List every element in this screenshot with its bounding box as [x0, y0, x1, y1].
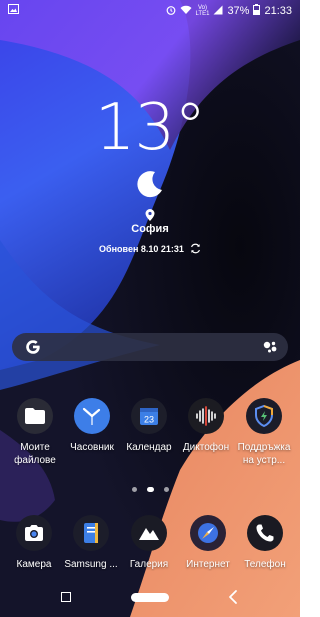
app-samsung-notes[interactable]: Samsung ... — [61, 515, 121, 571]
page-dot[interactable] — [131, 487, 137, 492]
app-label: Samsung ... — [64, 559, 118, 570]
app-label: Календар — [126, 442, 172, 453]
temperature: 13° — [94, 91, 206, 165]
calendar-icon: 23 — [131, 398, 167, 434]
google-search-bar[interactable] — [12, 333, 288, 361]
device-care-icon — [246, 398, 282, 434]
app-label: Интернет — [186, 559, 230, 570]
voice-recorder-icon — [188, 398, 224, 434]
app-label: Часовник — [70, 442, 114, 453]
gallery-icon — [131, 515, 167, 551]
app-calendar[interactable]: 23 Календар — [119, 398, 179, 454]
app-label: Диктофон — [182, 442, 230, 453]
app-label: Поддръжка на устр... — [237, 442, 291, 466]
page-dot[interactable] — [163, 487, 169, 492]
location-pin-icon — [145, 209, 155, 221]
home-screen: Vo) LTE1 37% 21:33 13° София Обновен 8.10… — [0, 0, 300, 617]
moon-icon — [137, 171, 162, 198]
app-camera[interactable]: Камера — [4, 515, 64, 571]
app-label: Моите файлове — [14, 442, 56, 466]
alarm-icon — [166, 5, 176, 18]
navigation-bar — [0, 580, 300, 617]
home-button[interactable] — [131, 593, 169, 602]
page-indicator[interactable] — [0, 487, 300, 492]
internet-icon — [190, 515, 226, 551]
signal-icon — [213, 5, 223, 18]
app-voice-recorder[interactable]: Диктофон — [176, 398, 236, 454]
battery-icon — [253, 4, 261, 18]
folder-icon — [17, 398, 53, 434]
battery-percent: 37% — [227, 5, 250, 17]
app-internet[interactable]: Интернет — [178, 515, 238, 571]
weather-updated-text: Обновен 8.10 21:31 — [99, 243, 184, 254]
gallery-notification-icon — [8, 4, 19, 17]
app-my-files[interactable]: Моите файлове — [5, 398, 65, 467]
app-label: Телефон — [244, 559, 286, 570]
app-label: Камера — [16, 559, 52, 570]
back-button[interactable] — [228, 589, 238, 605]
phone-icon — [247, 515, 283, 551]
app-phone[interactable]: Телефон — [235, 515, 295, 571]
page-dot-active[interactable] — [146, 487, 154, 492]
weather-city: София — [131, 223, 169, 235]
weather-updated-row: Обновен 8.10 21:31 — [0, 243, 300, 254]
samsung-notes-icon — [73, 515, 109, 551]
volte-lte-label: Vo) LTE1 — [195, 5, 210, 17]
clock-icon — [74, 398, 110, 434]
google-assistant-mic-icon[interactable] — [262, 339, 278, 355]
app-device-care[interactable]: Поддръжка на устр... — [234, 398, 294, 467]
app-clock[interactable]: Часовник — [62, 398, 122, 454]
camera-icon — [16, 515, 52, 551]
refresh-icon[interactable] — [190, 243, 201, 254]
app-label: Галерия — [129, 559, 169, 570]
status-time: 21:33 — [264, 5, 292, 17]
app-gallery[interactable]: Галерия — [119, 515, 179, 571]
recents-button[interactable] — [61, 592, 71, 602]
status-bar: Vo) LTE1 37% 21:33 — [0, 0, 300, 22]
weather-widget[interactable]: 13° София Обновен 8.10 21:31 — [0, 95, 300, 254]
wifi-icon — [180, 5, 192, 18]
google-logo-icon — [26, 340, 40, 354]
calendar-date: 23 — [144, 415, 154, 425]
